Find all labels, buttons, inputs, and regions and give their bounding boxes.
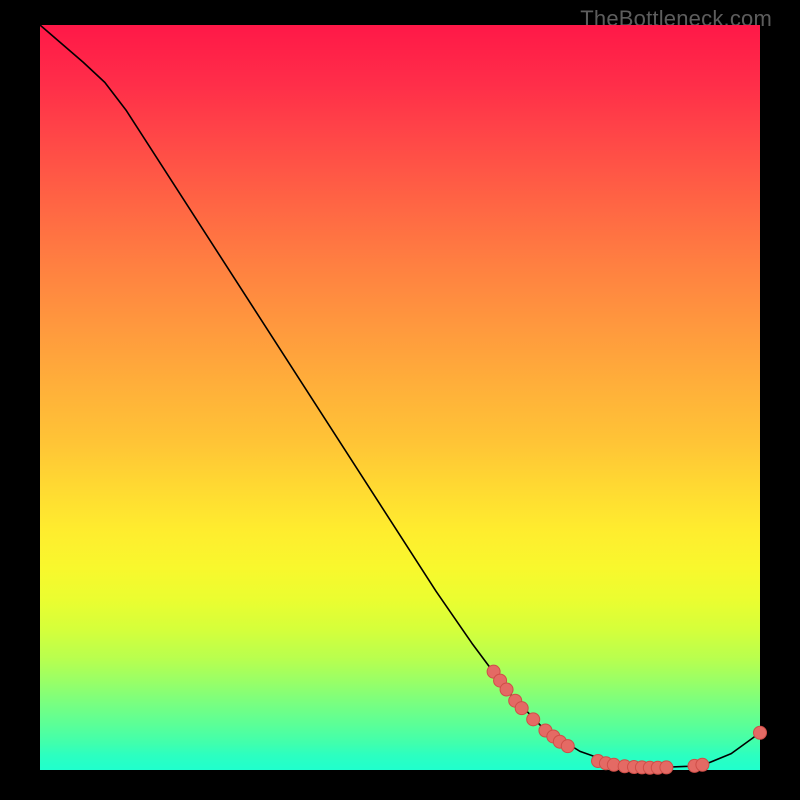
data-point (660, 761, 673, 774)
data-point (527, 713, 540, 726)
bottleneck-curve (40, 25, 760, 768)
data-point (515, 702, 528, 715)
data-point (696, 758, 709, 771)
chart-frame: TheBottleneck.com (0, 0, 800, 800)
data-point (754, 726, 767, 739)
plot-area (40, 25, 760, 770)
chart-overlay (40, 25, 760, 770)
data-point (500, 683, 513, 696)
data-point (561, 740, 574, 753)
data-points (487, 665, 766, 774)
